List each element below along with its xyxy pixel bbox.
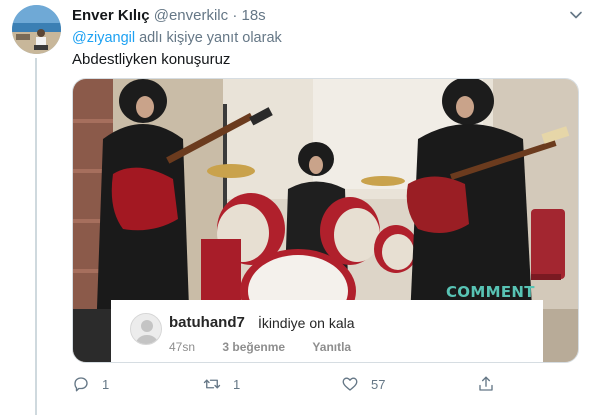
retweet-button[interactable]: 1 [203, 373, 240, 395]
tweet-actions: 1 1 57 [72, 373, 512, 395]
retweet-count: 1 [233, 376, 241, 392]
comment-reply: Yanıtla [312, 340, 352, 354]
commenter-username: batuhand7 [169, 314, 245, 331]
author-avatar[interactable] [12, 5, 61, 54]
default-avatar-icon [131, 314, 161, 344]
share-button[interactable] [477, 373, 507, 395]
separator-dot: · [232, 7, 238, 24]
reply-mention-link[interactable]: @ziyangil [72, 30, 135, 46]
thread-line [35, 58, 37, 415]
like-count: 57 [371, 376, 386, 392]
reply-count: 1 [102, 376, 110, 392]
share-icon [479, 376, 493, 391]
avatar-photo [12, 5, 61, 54]
comment-text: İkindiye on kala [258, 315, 355, 331]
comment-meta: 47sn 3 beğenme Yanıtla [169, 340, 375, 354]
tweet-media[interactable]: COMMENT selalesi batuhand7 İkindiye on k… [72, 78, 579, 363]
tweet-header: Enver Kılıç @enverkilc · 18s [72, 7, 579, 27]
comment-likes: 3 beğenme [222, 340, 286, 354]
watermark-line1: COMMENT [446, 283, 535, 301]
reply-icon [74, 377, 88, 392]
reply-suffix: adlı kişiye yanıt olarak [139, 30, 282, 46]
tweet-text: Abdestliyken konuşuruz [72, 51, 231, 68]
retweet-icon [203, 379, 221, 389]
commenter-avatar [130, 313, 162, 345]
author-handle[interactable]: @enverkilc [154, 7, 228, 24]
replying-to: @ziyangil adlı kişiye yanıt olarak [72, 30, 282, 46]
like-button[interactable]: 57 [341, 373, 385, 395]
chevron-down-icon[interactable] [569, 8, 583, 22]
author-name[interactable]: Enver Kılıç [72, 7, 150, 24]
like-icon [342, 377, 358, 391]
tweet-time[interactable]: 18s [241, 7, 265, 24]
reply-button[interactable]: 1 [72, 373, 109, 395]
comment-time: 47sn [169, 340, 196, 354]
comment-overlay: batuhand7 İkindiye on kala 47sn 3 beğenm… [111, 300, 543, 362]
